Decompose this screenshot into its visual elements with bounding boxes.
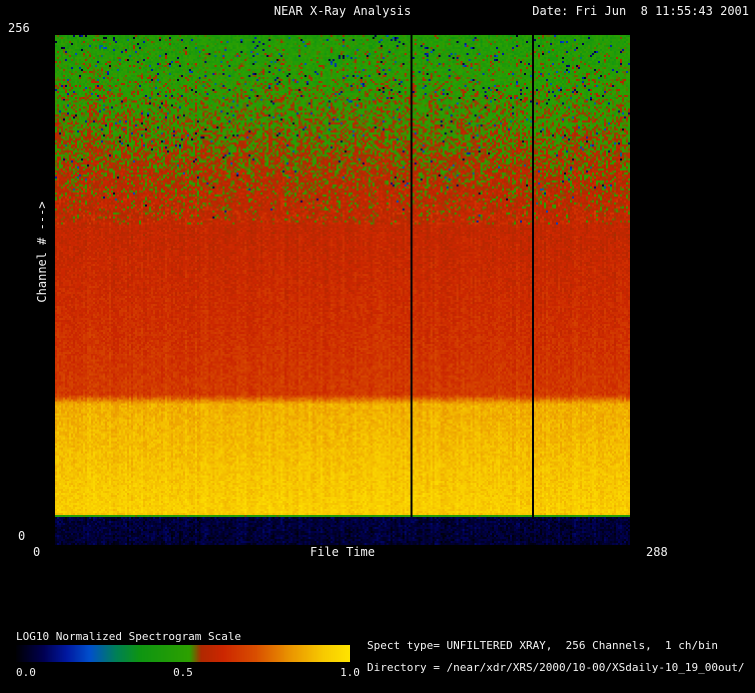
- date-label: Date: Fri Jun 8 11:55:43 2001: [532, 4, 749, 18]
- directory-label: Directory = /near/xdr/XRS/2000/10-00/XSd…: [367, 661, 745, 674]
- y-axis-min-label: 0: [18, 529, 26, 543]
- colorbar-tick-mid: 0.5: [173, 666, 193, 679]
- y-axis-title: Channel # --->: [35, 201, 49, 303]
- colorbar-tick-min: 0.0: [16, 666, 36, 679]
- x-axis-max-label: 288: [646, 545, 668, 559]
- colorbar-title: LOG10 Normalized Spectrogram Scale: [16, 630, 242, 643]
- near-xray-analysis-window: NEAR X-Ray Analysis Date: Fri Jun 8 11:5…: [0, 0, 755, 693]
- y-axis-max-label: 256: [8, 21, 30, 35]
- spectrogram-image: [55, 35, 630, 545]
- spect-type-label: Spect type= UNFILTERED XRAY, 256 Channel…: [367, 639, 718, 652]
- x-axis-title: File Time: [309, 545, 376, 559]
- colorbar-tick-max: 1.0: [340, 666, 360, 679]
- colorbar-image: [16, 645, 350, 662]
- x-axis-min-label: 0: [33, 545, 41, 559]
